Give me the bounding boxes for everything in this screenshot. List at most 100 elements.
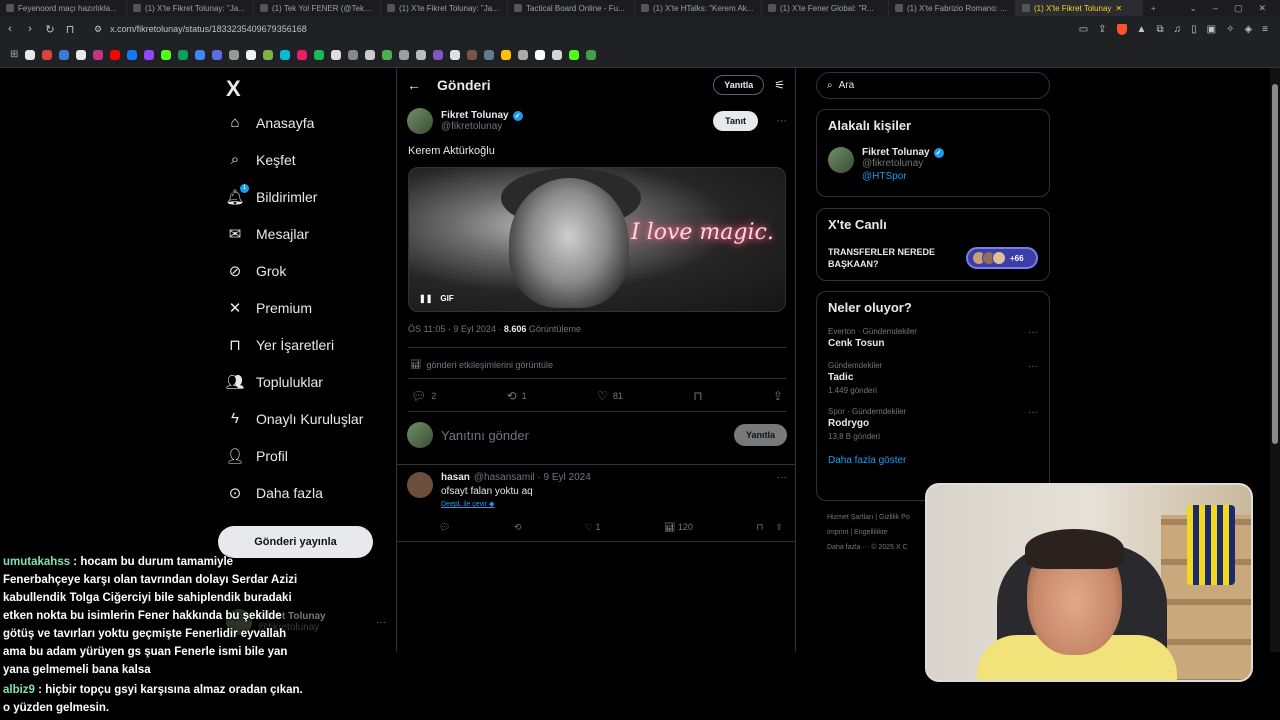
sidebar-item-verified-orgs[interactable]: ϟ Onaylı Kuruluşlar <box>226 400 363 437</box>
tweet-time[interactable]: ÖS 11:05 · 9 Eyl 2024 · <box>408 324 504 334</box>
reply-tweet[interactable]: hasan @hasansamil · 9 Eyl 2024 ··· ofsay… <box>407 472 787 533</box>
reply-author-handle[interactable]: @hasansamil · 9 Eyl 2024 <box>474 472 591 483</box>
close-window-icon[interactable]: ✕ <box>1258 3 1266 14</box>
bookmark-site-icon[interactable] <box>212 49 223 60</box>
translate-link[interactable]: DeepL ile çevir ◆ <box>441 500 787 508</box>
bookmark-site-icon[interactable] <box>484 49 495 60</box>
more-dots-icon[interactable]: ··· <box>1028 361 1038 372</box>
avatar[interactable] <box>828 147 854 173</box>
trend-item[interactable]: Everton · Gündemdekiler Cenk Tosun ··· <box>828 327 1038 349</box>
trend-item[interactable]: Gündemdekiler Tadic 1.449 gönderi ··· <box>828 361 1038 395</box>
sidebar-item-notifications[interactable]: 🔔︎ 1 Bildirimler <box>225 178 363 215</box>
bookmark-site-icon[interactable] <box>382 49 393 60</box>
bookmark-kick-icon[interactable] <box>569 49 580 60</box>
bookmark-facebook-icon[interactable] <box>127 49 138 60</box>
more-dots-icon[interactable]: ··· <box>1028 407 1038 418</box>
bookmark-page-icon[interactable]: ⊓ <box>60 23 80 36</box>
bookmark-instagram-icon[interactable] <box>93 49 104 60</box>
live-space[interactable]: TRANSFERLER NEREDE BAŞKAAN? +66 <box>828 246 1038 270</box>
bookmark-site-icon[interactable] <box>280 49 291 60</box>
sidebar-item-messages[interactable]: ✉ Mesajlar <box>226 215 363 252</box>
reply-action[interactable]: 💬︎ 2 <box>411 389 436 403</box>
brave-shield-icon[interactable] <box>1116 23 1127 35</box>
vpn-icon[interactable]: ◈ <box>1244 24 1252 35</box>
more-dots-icon[interactable]: ··· <box>1028 327 1038 338</box>
browser-tab-5[interactable]: Tactical Board Online - Fu... <box>508 0 635 16</box>
reload-icon[interactable]: ↻ <box>40 23 60 36</box>
browser-tab-1[interactable]: Feyenoord maçı hazırlıkla... <box>0 0 127 16</box>
browser-tab-active[interactable]: (1) X'te Fikret Tolunay ✕ <box>1016 0 1143 16</box>
scrollbar-thumb[interactable] <box>1272 84 1278 444</box>
views-action[interactable]: 📊︎ 120 <box>664 522 693 533</box>
browser-tab-8[interactable]: (1) X'te Fabrizio Romano: ... <box>889 0 1016 16</box>
bookmark-sheets-icon[interactable] <box>178 49 189 60</box>
share-action[interactable]: ⇪ <box>773 389 783 403</box>
media-icon[interactable]: ♫ <box>1174 24 1182 35</box>
share-icon[interactable]: ⇪ <box>775 522 783 533</box>
leo-icon[interactable]: ✧ <box>1226 24 1234 35</box>
more-dots-icon[interactable]: ··· <box>777 472 787 483</box>
related-bio-link[interactable]: @HTSpor <box>862 171 944 182</box>
reply-submit-button[interactable]: Yanıtla <box>733 424 787 446</box>
browser-tab-3[interactable]: (1) Tek Yol FENER (@TekYo... <box>254 0 381 16</box>
bookmark-chrome-icon[interactable] <box>535 49 546 60</box>
browser-tab-4[interactable]: (1) X'te Fikret Tolunay: "Ja... <box>381 0 508 16</box>
bookmark-outlook-icon[interactable] <box>59 49 70 60</box>
sliders-icon[interactable]: ⚟ <box>774 78 785 92</box>
like-action[interactable]: ♡ 81 <box>597 389 623 403</box>
search-box[interactable]: ⌕ Ara <box>816 72 1050 99</box>
bookmark-twitch-icon[interactable] <box>144 49 155 60</box>
sidebar-item-grok[interactable]: ⊘ Grok <box>226 252 363 289</box>
bookmark-site-icon[interactable] <box>450 49 461 60</box>
related-handle[interactable]: @fikretolunay <box>862 158 944 169</box>
follow-button[interactable]: Tanıt <box>713 111 758 131</box>
back-arrow-icon[interactable]: ← <box>407 77 421 93</box>
author-name[interactable]: Fikret Tolunay <box>441 110 509 121</box>
forward-icon[interactable]: › <box>20 23 40 35</box>
trend-item[interactable]: Spor · Gündemdekiler Rodrygo 13,8 B gönd… <box>828 407 1038 441</box>
bookmark-site-icon[interactable] <box>263 49 274 60</box>
bookmark-kick-icon[interactable] <box>161 49 172 60</box>
bookmark-site-icon[interactable] <box>399 49 410 60</box>
bookmark-gmail-icon[interactable] <box>42 49 53 60</box>
reply-author-name[interactable]: hasan <box>441 472 470 483</box>
back-icon[interactable]: ‹ <box>0 23 20 35</box>
browser-tab-7[interactable]: (1) X'te Fener Global: "R... <box>762 0 889 16</box>
analytics-link[interactable]: 📊︎ gönderi etkileşimlerini görüntüle <box>410 359 553 370</box>
bookmark-site-icon[interactable] <box>365 49 376 60</box>
minimize-icon[interactable]: – <box>1213 3 1218 14</box>
bookmark-site-icon[interactable] <box>586 49 597 60</box>
screen-icon[interactable]: ▭ <box>1079 24 1088 35</box>
bookmark-link-icon[interactable] <box>518 49 529 60</box>
chevron-down-icon[interactable]: ⌄ <box>1189 3 1197 14</box>
bookmark-folder-icon[interactable] <box>501 49 512 60</box>
bookmark-site-icon[interactable] <box>467 49 478 60</box>
extensions-icon[interactable]: ⧉ <box>1156 24 1163 35</box>
sidebar-item-premium[interactable]: ✕ Premium <box>226 289 363 326</box>
avatar[interactable] <box>407 108 433 134</box>
reply-input[interactable]: Yanıtını gönder <box>441 428 529 443</box>
page-scrollbar[interactable] <box>1270 68 1280 652</box>
bookmark-docs-icon[interactable] <box>195 49 206 60</box>
site-info-icon[interactable]: ⚙ <box>94 24 102 35</box>
sidebar-item-home[interactable]: ⌂ Anasayfa <box>226 104 363 141</box>
new-tab-icon[interactable]: + <box>1143 4 1156 13</box>
sidebar-item-communities[interactable]: 👥︎ Topluluklar <box>225 363 363 400</box>
pause-icon[interactable]: ❚❚ <box>419 294 432 303</box>
maximize-icon[interactable]: ▢ <box>1234 3 1243 14</box>
url-field[interactable]: ⚙ x.com/fikretolunay/status/183323540967… <box>94 24 307 35</box>
apps-grid-icon[interactable]: ⊞ <box>10 49 18 60</box>
browser-tab-6[interactable]: (1) X'te HTalks: "Kerem Ak... <box>635 0 762 16</box>
sidebar-item-explore[interactable]: ⌕ Keşfet <box>226 141 363 178</box>
bookmark-site-icon[interactable] <box>229 49 240 60</box>
bookmark-x-icon[interactable] <box>76 49 87 60</box>
url-text[interactable]: x.com/fikretolunay/status/18332354096793… <box>110 24 307 34</box>
bookmark-site-icon[interactable] <box>246 49 257 60</box>
x-logo[interactable]: X <box>226 76 241 102</box>
bookmark-action[interactable]: ⊓ <box>693 389 702 403</box>
share-icon[interactable]: ⇪ <box>1098 24 1106 35</box>
bookmark-site-icon[interactable] <box>433 49 444 60</box>
live-listeners-pill[interactable]: +66 <box>966 247 1038 269</box>
bookmark-site-icon[interactable] <box>331 49 342 60</box>
sidebar-item-bookmarks[interactable]: ⊓ Yer İşaretleri <box>226 326 363 363</box>
